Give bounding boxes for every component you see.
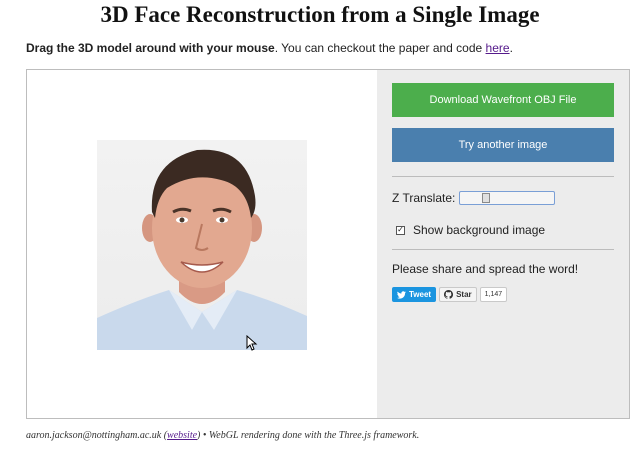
intro-body: . You can checkout the paper and code [274, 41, 486, 55]
face-illustration [97, 140, 307, 350]
divider [392, 176, 614, 177]
github-star-button[interactable]: Star [439, 287, 477, 302]
page-title: 3D Face Reconstruction from a Single Ima… [100, 2, 540, 27]
checkmark-icon: ✓ [397, 225, 404, 234]
star-count[interactable]: 1,147 [479, 287, 508, 302]
intro-text: Drag the 3D model around with your mouse… [26, 41, 513, 55]
footer-email: aaron.jackson@nottingham.ac.uk [26, 430, 162, 441]
paper-code-link[interactable]: here [486, 41, 510, 55]
intro-bold: Drag the 3D model around with your mouse [26, 41, 275, 55]
try-another-image-button[interactable]: Try another image [392, 128, 614, 162]
twitter-bird-icon [397, 290, 406, 299]
website-link[interactable]: website [167, 430, 197, 441]
divider [392, 249, 614, 250]
github-icon [444, 290, 454, 299]
download-obj-button[interactable]: Download Wavefront OBJ File [392, 83, 614, 117]
star-label: Star [456, 290, 472, 299]
z-translate-row: Z Translate: [392, 191, 556, 205]
face-model-image[interactable] [97, 140, 307, 350]
share-text: Please share and spread the word! [392, 262, 579, 276]
footer: aaron.jackson@nottingham.ac.uk (website)… [26, 430, 419, 441]
cursor-icon [246, 335, 258, 351]
z-translate-slider[interactable] [459, 191, 556, 205]
tweet-label: Tweet [409, 290, 432, 299]
app-frame: Download Wavefront OBJ File Try another … [26, 69, 630, 419]
control-panel: Download Wavefront OBJ File Try another … [377, 70, 629, 418]
tweet-button[interactable]: Tweet [392, 287, 437, 302]
social-buttons: Tweet Star 1,147 [392, 287, 508, 302]
show-background-label: Show background image [413, 223, 546, 237]
show-background-checkbox[interactable]: ✓ [396, 225, 405, 235]
show-background-row[interactable]: ✓ Show background image [396, 223, 545, 237]
z-translate-label: Z Translate: [392, 191, 456, 205]
footer-rest: ) • WebGL rendering done with the Three.… [197, 430, 420, 441]
3d-viewer-canvas[interactable] [27, 70, 377, 418]
intro-end: . [509, 41, 513, 55]
slider-thumb[interactable] [482, 193, 491, 203]
